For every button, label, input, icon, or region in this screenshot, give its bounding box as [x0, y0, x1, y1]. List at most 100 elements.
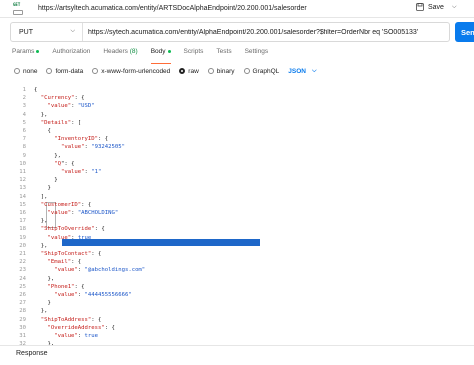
body-type-graphql[interactable]: GraphQL — [243, 68, 279, 75]
body-type-form-data[interactable]: form-data — [46, 68, 83, 75]
code-line[interactable]: 28 }, — [0, 307, 474, 315]
code-token: : — [77, 333, 85, 339]
line-number: 27 — [19, 300, 26, 307]
body-type-binary[interactable]: binary — [207, 68, 235, 75]
code-line[interactable]: 27 } — [0, 299, 474, 307]
code-line[interactable]: 25 "Phone1": { — [0, 283, 474, 291]
code-line[interactable]: 20 }, — [0, 242, 474, 250]
save-button[interactable]: Save ⌵ — [416, 3, 457, 11]
code-line[interactable]: 7 "InventoryID": { — [0, 135, 474, 143]
line-number: 1 — [22, 87, 26, 93]
request-title-bar: GET https://artsyltech.acumatica.com/ent… — [0, 0, 474, 18]
url-input[interactable] — [83, 24, 449, 40]
line-number: 25 — [19, 283, 26, 290]
code-line[interactable]: 9 }, — [0, 152, 474, 160]
code-line[interactable]: 29 "ShipToAddress": { — [0, 316, 474, 324]
tab-headers[interactable]: Headers (8) — [103, 47, 137, 61]
tab-body[interactable]: Body — [150, 47, 171, 64]
tab-settings[interactable]: Settings — [245, 47, 269, 61]
line-number: 14 — [19, 193, 26, 200]
code-token: "Email" — [47, 259, 72, 266]
code-editor[interactable]: 1{2 "Currency": {3 "value": "USD" 4 }, 5 "… — [0, 82, 474, 347]
code-line[interactable]: 1{ — [0, 86, 474, 94]
chevron-down-icon[interactable]: ⌵ — [452, 4, 457, 11]
code-line[interactable]: 14 ], — [0, 193, 474, 201]
code-text: "value": true — [34, 332, 98, 340]
code-line[interactable]: 2 "Currency": { — [0, 94, 474, 102]
code-line[interactable]: 3 "value": "USD" — [0, 102, 474, 110]
radio-button[interactable] — [92, 68, 99, 74]
code-line[interactable]: 11 "value": "1" — [0, 168, 474, 176]
code-token: "value" — [54, 333, 78, 339]
response-panel-title[interactable]: Response — [16, 350, 48, 357]
radio-button[interactable] — [46, 68, 53, 74]
code-token: "value" — [47, 234, 72, 241]
code-token: ], — [34, 193, 48, 200]
body-type-label: none — [23, 67, 38, 75]
tab-tests[interactable]: Tests — [216, 47, 231, 61]
radio-button[interactable] — [179, 68, 186, 74]
body-type-raw[interactable]: raw — [179, 68, 199, 75]
code-token: }, — [34, 111, 48, 118]
code-line[interactable]: 31 "value": true — [0, 332, 474, 340]
code-line[interactable]: 4 }, — [0, 111, 474, 119]
code-line[interactable]: 16 "value": "ABCHOLDING" — [0, 209, 474, 217]
tab-params[interactable]: Params — [12, 47, 40, 61]
code-token: }, — [34, 275, 55, 282]
code-line[interactable]: 6 { — [0, 127, 474, 135]
code-line[interactable]: 13 } — [0, 184, 474, 192]
radio-button[interactable] — [14, 68, 20, 74]
code-line[interactable]: 22 "Email": { — [0, 258, 474, 266]
code-token: "ShipToContact" — [40, 251, 92, 257]
code-line[interactable]: 12 } — [0, 176, 474, 184]
body-type-label: form-data — [55, 67, 84, 75]
code-line[interactable]: 24 }, — [0, 275, 474, 283]
body-type-urlencoded[interactable]: x-www-form-urlencoded — [92, 68, 170, 75]
request-title[interactable]: https://artsyltech.acumatica.com/entity/… — [38, 5, 307, 12]
code-line[interactable]: 5 "Details": [ — [0, 119, 474, 127]
body-type-none[interactable]: none — [14, 68, 37, 75]
code-text: "value": "444455556666" — [34, 291, 131, 299]
language-select[interactable]: JSON ⌵ — [288, 68, 316, 75]
code-text: "Phone1": { — [34, 283, 84, 291]
code-line[interactable]: 21 "ShipToContact": { — [0, 250, 474, 258]
code-line[interactable]: 19 "value": true — [0, 234, 474, 242]
code-line[interactable]: 17 }, — [0, 217, 474, 225]
code-line[interactable]: 10 "Q": { — [0, 160, 474, 168]
code-text: }, — [34, 307, 48, 315]
line-number: 18 — [19, 226, 26, 233]
line-number: 23 — [19, 267, 26, 274]
code-token: }, — [34, 242, 48, 249]
code-line[interactable]: 26 "value": "444455556666" — [0, 291, 474, 299]
line-number: 5 — [22, 119, 26, 126]
code-token: }, — [34, 308, 48, 315]
code-token: : { — [81, 201, 92, 208]
code-token: } — [34, 300, 51, 307]
code-text: "CustomerID": { — [34, 201, 92, 209]
send-button[interactable]: Sen — [455, 22, 474, 42]
code-text: "ShipToOverride": { — [34, 225, 105, 233]
code-token: "value" — [60, 169, 85, 175]
chevron-down-icon: ⌵ — [311, 67, 317, 74]
code-line[interactable]: 30 "OverrideAddress": { — [0, 324, 474, 332]
code-token: "InventoryID" — [54, 136, 98, 143]
http-method-select[interactable]: PUT ⌵ — [11, 23, 83, 41]
tab-scripts[interactable]: Scripts — [184, 47, 204, 61]
code-line[interactable]: 8 "value": "93242505" — [0, 143, 474, 151]
send-label: Sen — [461, 27, 474, 37]
code-token: { — [34, 87, 38, 93]
code-line[interactable]: 15 "CustomerID": { — [0, 201, 474, 209]
panel-divider[interactable] — [0, 345, 474, 346]
radio-button[interactable] — [243, 68, 250, 74]
line-number: 4 — [22, 111, 26, 118]
tab-authorization[interactable]: Authorization — [52, 47, 90, 61]
code-line[interactable]: 18 "ShipToOverride": { — [0, 225, 474, 233]
radio-button[interactable] — [207, 68, 214, 74]
code-line[interactable]: 23 "value": "@abcholdings.com" — [0, 266, 474, 274]
code-text: }, — [34, 242, 48, 250]
